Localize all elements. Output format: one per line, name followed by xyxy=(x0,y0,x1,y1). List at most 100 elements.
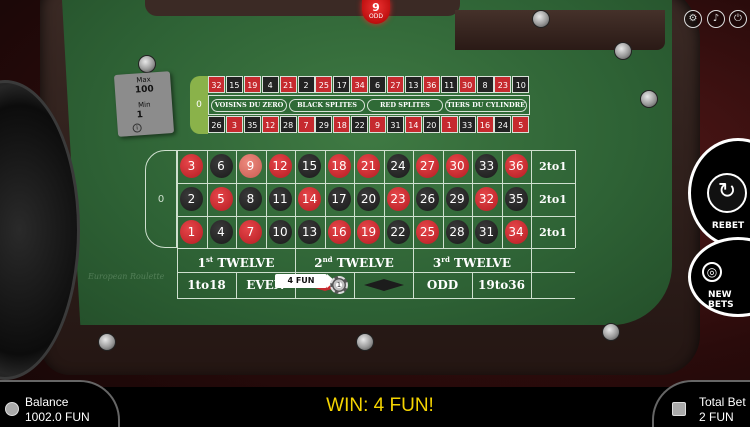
number-bet-cell[interactable]: 34 xyxy=(502,217,531,247)
dozen-2-bet[interactable]: 2nd TWELVE xyxy=(295,248,413,272)
racetrack-number[interactable]: 29 xyxy=(315,116,333,133)
racetrack-number[interactable]: 11 xyxy=(440,76,458,93)
number-bet-cell[interactable]: 18 xyxy=(325,151,354,181)
dozen-3-bet[interactable]: 3rd TWELVE xyxy=(413,248,531,272)
bet-chip[interactable]: 1 xyxy=(330,276,348,294)
racetrack-number[interactable]: 14 xyxy=(404,116,422,133)
racetrack-number[interactable]: 35 xyxy=(243,116,261,133)
number-label: 10 xyxy=(268,220,292,244)
racetrack-number[interactable]: 5 xyxy=(512,116,530,133)
sound-icon[interactable]: ♪ xyxy=(707,10,725,28)
racetrack-number[interactable]: 15 xyxy=(225,76,243,93)
racetrack-number[interactable]: 30 xyxy=(458,76,476,93)
racetrack-number[interactable]: 28 xyxy=(279,116,297,133)
dozen-1-bet[interactable]: 1st TWELVE xyxy=(177,248,295,272)
number-bet-cell[interactable]: 2 xyxy=(177,184,206,214)
number-bet-cell[interactable]: 29 xyxy=(443,184,472,214)
racetrack-number[interactable]: 22 xyxy=(351,116,369,133)
number-bet-cell[interactable]: 10 xyxy=(266,217,295,247)
low-bet[interactable]: 1to18 xyxy=(177,272,236,298)
racetrack-number[interactable]: 17 xyxy=(333,76,351,93)
racetrack-number[interactable]: 25 xyxy=(315,76,333,93)
number-bet-cell[interactable]: 31 xyxy=(472,217,501,247)
number-bet-cell[interactable]: 12 xyxy=(266,151,295,181)
info-icon[interactable]: i xyxy=(132,123,142,133)
number-bet-cell[interactable]: 17 xyxy=(325,184,354,214)
racetrack-number[interactable]: 8 xyxy=(476,76,494,93)
column-bet-bottom[interactable]: 2to1 xyxy=(531,216,575,249)
number-bet-cell[interactable]: 14 xyxy=(295,184,324,214)
number-bet-cell[interactable]: 26 xyxy=(413,184,442,214)
racetrack-number[interactable]: 10 xyxy=(512,76,530,93)
number-label: 13 xyxy=(298,220,321,244)
rail-bolt xyxy=(98,333,116,351)
number-bet-cell[interactable]: 19 xyxy=(354,217,383,247)
number-bet-cell[interactable]: 24 xyxy=(384,151,413,181)
number-bet-cell[interactable]: 21 xyxy=(354,151,383,181)
racetrack-number[interactable]: 4 xyxy=(261,76,279,93)
racetrack-number[interactable]: 19 xyxy=(243,76,261,93)
number-bet-cell[interactable]: 16 xyxy=(325,217,354,247)
number-bet-cell[interactable]: 35 xyxy=(502,184,531,214)
racetrack-number[interactable]: 18 xyxy=(333,116,351,133)
number-bet-cell[interactable]: 4 xyxy=(207,217,236,247)
red-splits[interactable]: RED SPLITES xyxy=(367,99,443,112)
racetrack-zero[interactable]: 0 xyxy=(190,76,208,134)
racetrack-number[interactable]: 3 xyxy=(225,116,243,133)
number-bet-cell[interactable]: 28 xyxy=(443,217,472,247)
racetrack-number[interactable]: 36 xyxy=(422,76,440,93)
column-bet-middle[interactable]: 2to1 xyxy=(531,183,575,216)
number-bet-cell[interactable]: 13 xyxy=(295,217,324,247)
racetrack-number[interactable]: 34 xyxy=(351,76,369,93)
number-bet-cell[interactable]: 33 xyxy=(472,151,501,181)
number-bet-cell[interactable]: 6 xyxy=(207,151,236,181)
racetrack-number[interactable]: 24 xyxy=(494,116,512,133)
racetrack-number[interactable]: 13 xyxy=(404,76,422,93)
settings-icon[interactable]: ⚙ xyxy=(684,10,702,28)
exit-icon[interactable]: ⏻ xyxy=(729,10,747,28)
number-bet-cell[interactable]: 25 xyxy=(413,217,442,247)
dozen-2-word: TWELVE xyxy=(336,256,394,270)
column-bet-top[interactable]: 2to1 xyxy=(531,150,575,183)
number-bet-cell[interactable]: 11 xyxy=(266,184,295,214)
coins-icon xyxy=(5,402,19,416)
number-bet-cell[interactable]: 20 xyxy=(354,184,383,214)
voisins-du-zero[interactable]: VOISINS DU ZERO xyxy=(211,99,287,112)
high-bet[interactable]: 19to36 xyxy=(472,272,531,298)
tiers-du-cylindre[interactable]: TIERS DU CYLINDRE xyxy=(445,99,527,112)
number-bet-cell[interactable]: 5 xyxy=(207,184,236,214)
black-bet[interactable] xyxy=(354,272,413,298)
racetrack-number[interactable]: 32 xyxy=(208,76,225,93)
racetrack-number[interactable]: 23 xyxy=(494,76,512,93)
racetrack-number[interactable]: 31 xyxy=(387,116,404,133)
number-label: 19 xyxy=(357,220,380,244)
number-bet-cell[interactable]: 32 xyxy=(472,184,501,214)
number-bet-cell[interactable]: 22 xyxy=(384,217,413,247)
racetrack-number[interactable]: 2 xyxy=(297,76,315,93)
racetrack-number[interactable]: 20 xyxy=(422,116,440,133)
racetrack-number[interactable]: 1 xyxy=(440,116,458,133)
racetrack-number[interactable]: 33 xyxy=(458,116,476,133)
racetrack-number[interactable]: 7 xyxy=(297,116,315,133)
number-bet-cell[interactable]: 23 xyxy=(384,184,413,214)
racetrack-number[interactable]: 9 xyxy=(369,116,387,133)
bet-zero[interactable]: 0 xyxy=(145,150,177,248)
number-bet-cell[interactable]: 9 xyxy=(236,151,265,181)
number-bet-cell[interactable]: 8 xyxy=(236,184,265,214)
number-bet-cell[interactable]: 1 xyxy=(177,217,206,247)
number-bet-cell[interactable]: 3 xyxy=(177,151,206,181)
racetrack-number[interactable]: 16 xyxy=(476,116,494,133)
racetrack[interactable]: 0 32 15 19 4 21 2 25 17 34 6 27 13 36 11 30 8 23 10 VOISI… xyxy=(190,76,530,134)
racetrack-number[interactable]: 6 xyxy=(369,76,387,93)
racetrack-number[interactable]: 21 xyxy=(279,76,297,93)
number-bet-cell[interactable]: 7 xyxy=(236,217,265,247)
number-bet-cell[interactable]: 36 xyxy=(502,151,531,181)
racetrack-number[interactable]: 26 xyxy=(208,116,225,133)
number-bet-cell[interactable]: 15 xyxy=(295,151,324,181)
odd-bet[interactable]: ODD xyxy=(413,272,472,298)
number-bet-cell[interactable]: 30 xyxy=(443,151,472,181)
racetrack-number[interactable]: 12 xyxy=(261,116,279,133)
racetrack-number[interactable]: 27 xyxy=(387,76,404,93)
number-bet-cell[interactable]: 27 xyxy=(413,151,442,181)
black-splits[interactable]: BLACK SPLITES xyxy=(289,99,365,112)
